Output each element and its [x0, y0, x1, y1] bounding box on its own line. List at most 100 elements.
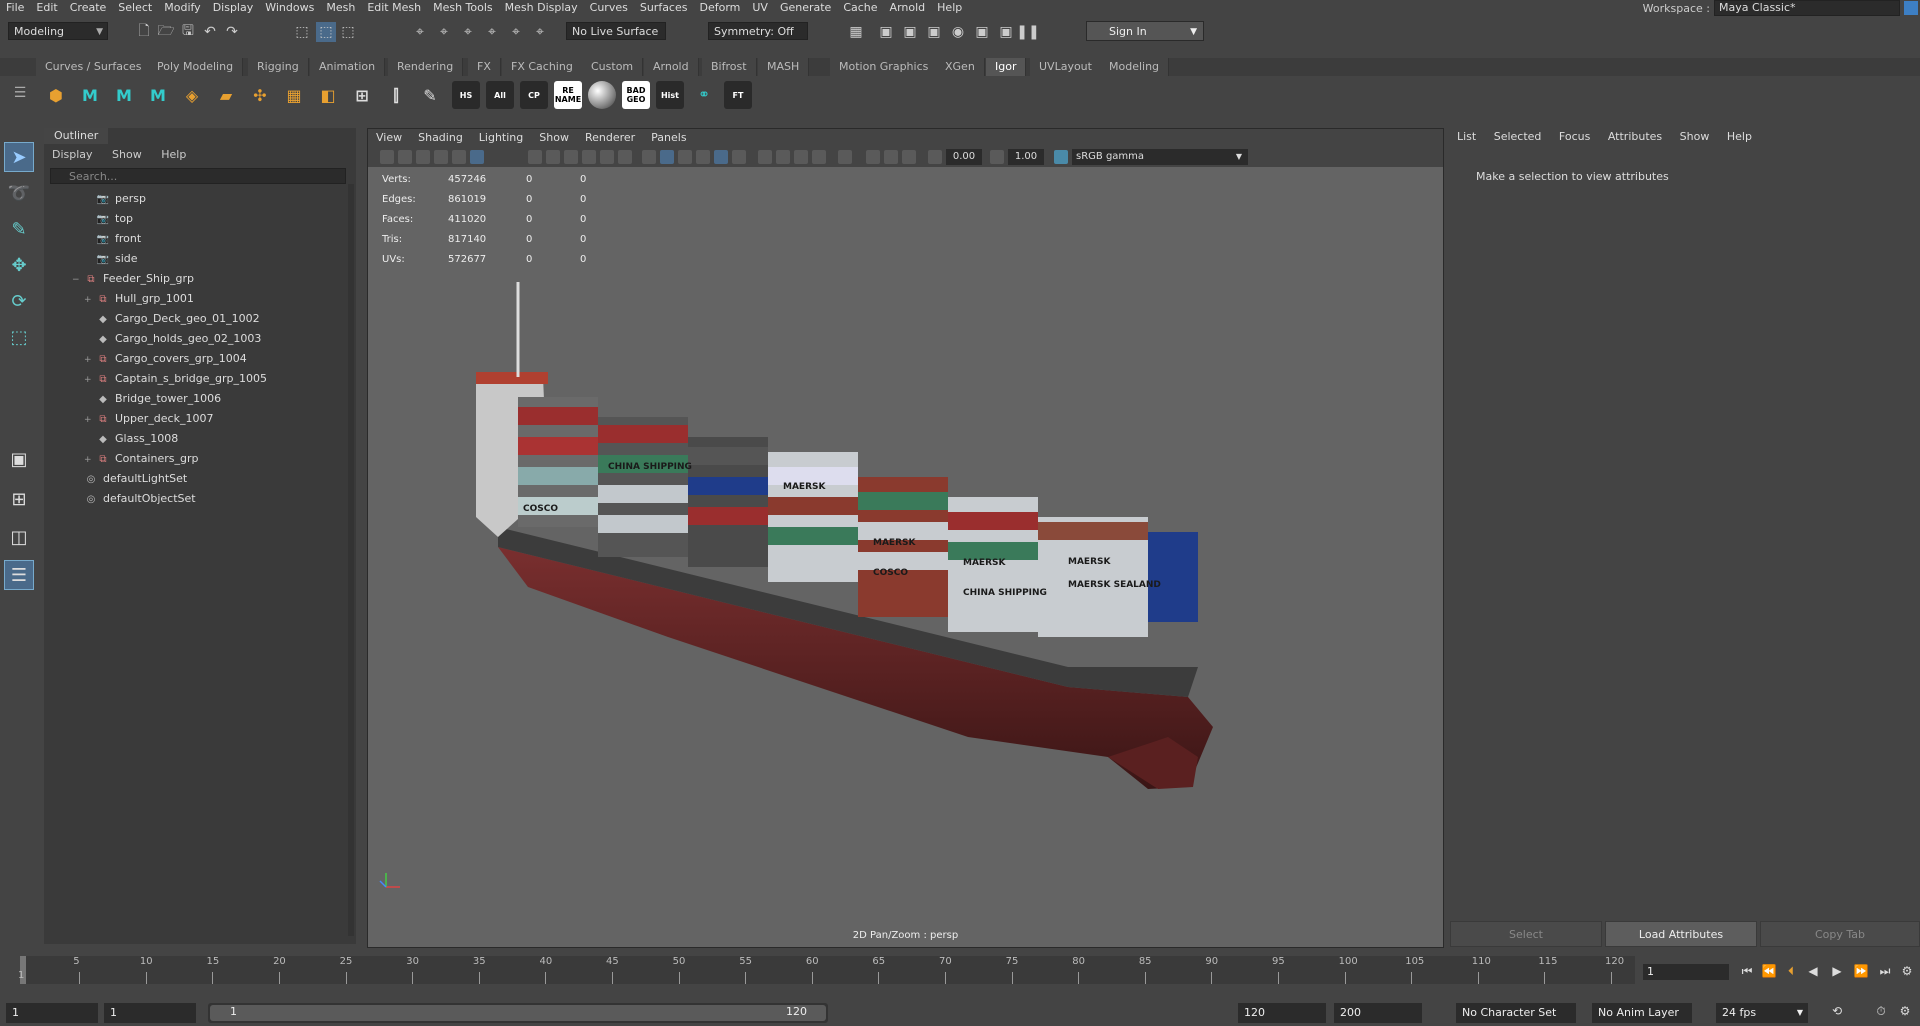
resolution-gate-icon[interactable] — [564, 150, 578, 164]
mirror-icon[interactable]: ⫿ — [382, 81, 410, 109]
scene-end-field[interactable]: 200 — [1334, 1003, 1422, 1023]
maya-logo-icon[interactable]: M — [76, 81, 104, 109]
menu-modify[interactable]: Modify — [158, 0, 206, 16]
safe-action-icon[interactable] — [618, 150, 632, 164]
extrude-icon[interactable]: ▰ — [212, 81, 240, 109]
construction-history-icon[interactable]: ▦ — [846, 22, 866, 42]
expand-toggle-icon[interactable]: + — [84, 411, 94, 429]
outliner-item[interactable]: + ⧉ Upper_deck_1007 — [84, 410, 213, 428]
shelf-tab-fx-caching[interactable]: FX Caching — [502, 58, 583, 76]
viewport-menu-show[interactable]: Show — [531, 129, 577, 147]
step-forward-key-icon[interactable]: ⏩ — [1852, 962, 1870, 980]
expand-toggle-icon[interactable]: + — [84, 371, 94, 389]
expand-toggle-icon[interactable]: + — [84, 451, 94, 469]
menu-deform[interactable]: Deform — [693, 0, 746, 16]
menu-create[interactable]: Create — [64, 0, 113, 16]
ambient-occlusion-icon[interactable] — [776, 150, 790, 164]
scene-start-field[interactable]: 1 — [6, 1003, 98, 1023]
shelf-tab-mash[interactable]: MASH — [758, 58, 810, 76]
menu-select[interactable]: Select — [112, 0, 158, 16]
multi-cut-icon[interactable]: ⊞ — [348, 81, 376, 109]
mode-dropdown[interactable]: Modeling ▼ — [8, 22, 108, 40]
range-bar[interactable]: 1 120 — [208, 1003, 828, 1023]
select-tool-icon[interactable]: ➤ — [4, 142, 34, 172]
single-view-icon[interactable]: ▣ — [4, 444, 34, 474]
2d-pan-icon[interactable] — [452, 150, 466, 164]
snap-curve-icon[interactable]: ⌖ — [434, 22, 454, 42]
outliner-item[interactable]: 📷 top — [84, 210, 133, 228]
motion-blur-icon[interactable] — [794, 150, 808, 164]
shelf-tab-curves-surfaces[interactable]: Curves / Surfaces — [36, 58, 152, 76]
hs-icon[interactable]: HS — [452, 81, 480, 109]
save-scene-icon[interactable]: 🖫 — [178, 22, 198, 42]
shelf-tab-modeling[interactable]: Modeling — [1100, 58, 1170, 76]
outliner-menu-help[interactable]: Help — [153, 148, 194, 161]
attr-menu-focus[interactable]: Focus — [1552, 130, 1597, 143]
play-forwards-icon[interactable]: ▶ — [1828, 962, 1846, 980]
outliner-item[interactable]: ◎ defaultLightSet — [72, 470, 188, 488]
range-fill[interactable] — [210, 1005, 826, 1021]
outliner-scrollbar[interactable] — [348, 184, 354, 936]
fps-dropdown[interactable]: 24 fps ▼ — [1716, 1003, 1808, 1023]
shelf-tab-rigging[interactable]: Rigging — [248, 58, 309, 76]
expand-toggle-icon[interactable]: + — [84, 351, 94, 369]
menu-file[interactable]: File — [0, 0, 30, 16]
four-view-icon[interactable]: ⊞ — [4, 484, 34, 514]
go-to-start-icon[interactable]: ⏮ — [1738, 962, 1756, 980]
attr-menu-show[interactable]: Show — [1673, 130, 1717, 143]
playback-end-field[interactable]: 120 — [1238, 1003, 1326, 1023]
select-hierarchy-icon[interactable]: ⬚ — [292, 22, 312, 42]
outliner-item[interactable]: ◆ Bridge_tower_1006 — [84, 390, 221, 408]
shelf-tab-poly-modeling[interactable]: Poly Modeling — [148, 58, 244, 76]
render-view-icon[interactable]: ▣ — [972, 22, 992, 42]
live-surface-field[interactable]: No Live Surface — [566, 22, 666, 40]
color-space-dropdown[interactable]: sRGB gamma ▼ — [1072, 149, 1248, 165]
xray-active-icon[interactable] — [884, 150, 898, 164]
character-set-dropdown[interactable]: No Character Set — [1456, 1003, 1576, 1023]
paint-select-tool-icon[interactable]: ✎ — [4, 214, 34, 244]
shelf-tab-rendering[interactable]: Rendering — [388, 58, 464, 76]
menu-mesh[interactable]: Mesh — [320, 0, 361, 16]
hypershade-icon[interactable]: ◉ — [948, 22, 968, 42]
open-scene-icon[interactable]: 🗁 — [156, 22, 176, 42]
select-object-icon[interactable]: ⬚ — [316, 22, 336, 42]
sphere-primitive-icon[interactable]: ⬢ — [42, 81, 70, 109]
maya-logo-icon-2[interactable]: M — [110, 81, 138, 109]
pause-icon[interactable]: ❚❚ — [1016, 22, 1039, 42]
outliner-layout-icon[interactable]: ☰ — [4, 560, 34, 590]
expand-toggle-icon[interactable]: + — [84, 291, 94, 309]
step-back-frame-icon[interactable]: ⏴ — [1782, 962, 1800, 980]
outliner-item[interactable]: + ⧉ Captain_s_bridge_grp_1005 — [84, 370, 267, 388]
load-attributes-button[interactable]: Load Attributes — [1605, 921, 1757, 947]
playback-start-field[interactable]: 1 — [104, 1003, 196, 1023]
new-scene-icon[interactable]: 🗋 — [134, 22, 154, 42]
combine-icon[interactable]: ▦ — [280, 81, 308, 109]
anti-aliasing-icon[interactable] — [812, 150, 826, 164]
lasso-tool-icon[interactable]: ➰ — [4, 178, 34, 208]
viewport-menu-view[interactable]: View — [368, 129, 410, 147]
merge-spheres-icon[interactable]: ⚭ — [690, 81, 718, 109]
step-back-key-icon[interactable]: ⏪ — [1760, 962, 1778, 980]
shelf-tab-uvlayout[interactable]: UVLayout — [1030, 58, 1102, 76]
snap-vertex-icon[interactable]: ⌖ — [530, 22, 550, 42]
outliner-menu-display[interactable]: Display — [44, 148, 101, 161]
shelf-tab-fx[interactable]: FX — [468, 58, 501, 76]
go-to-end-icon[interactable]: ⏭ — [1876, 962, 1894, 980]
menu-uv[interactable]: UV — [746, 0, 774, 16]
ipr-render-icon[interactable]: ▣ — [900, 22, 920, 42]
menu-generate[interactable]: Generate — [774, 0, 837, 16]
field-chart-icon[interactable] — [600, 150, 614, 164]
wireframe-icon[interactable] — [642, 150, 656, 164]
default-material-icon[interactable] — [678, 150, 692, 164]
textured-icon[interactable] — [714, 150, 728, 164]
outliner-item[interactable]: 📷 side — [84, 250, 138, 268]
shelf-tab-bifrost[interactable]: Bifrost — [702, 58, 757, 76]
outliner-item[interactable]: ◆ Cargo_holds_geo_02_1003 — [84, 330, 261, 348]
outliner-item[interactable]: 📷 persp — [84, 190, 146, 208]
attr-menu-attributes[interactable]: Attributes — [1601, 130, 1669, 143]
outliner-item[interactable]: 📷 front — [84, 230, 141, 248]
outliner-item[interactable]: ◆ Glass_1008 — [84, 430, 178, 448]
attr-menu-list[interactable]: List — [1450, 130, 1483, 143]
shelf-tab-igor[interactable]: Igor — [986, 58, 1027, 76]
menu-mesh-tools[interactable]: Mesh Tools — [427, 0, 499, 16]
